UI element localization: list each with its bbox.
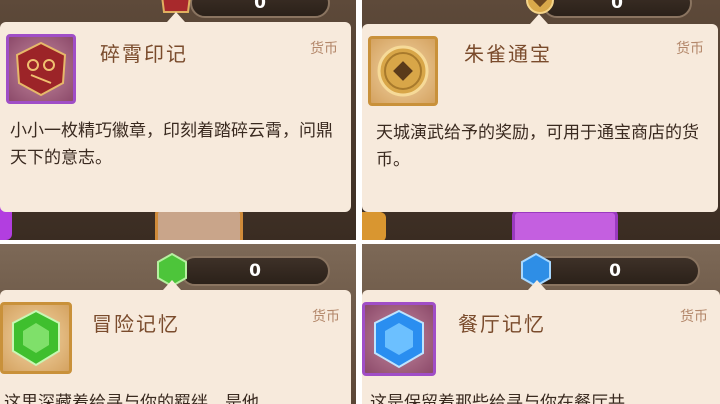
gold-coin-icon bbox=[377, 45, 429, 97]
green-gem-icon bbox=[12, 309, 60, 367]
item-description: 这里深藏着给寻与你的羁绊，是他 bbox=[4, 393, 259, 404]
tooltip-card: 朱雀通宝 货币 天城演武给予的奖励，可用于通宝商店的货币。 bbox=[362, 14, 718, 212]
item-icon-frame bbox=[6, 34, 76, 104]
item-category: 货币 bbox=[310, 41, 338, 57]
item-count: 0 bbox=[542, 0, 692, 18]
item-count: 0 bbox=[190, 0, 330, 18]
item-icon-frame bbox=[0, 302, 72, 374]
item-panel-suixiao: 0 碎霄印记 货币 小小一枚精巧徽章，印刻着踏碎云霄，问鼎天下的意志。 bbox=[0, 0, 356, 240]
item-icon-frame bbox=[368, 36, 438, 106]
item-panel-zhuque: 0 朱雀通宝 货币 天城演武给予的奖励，可用于通宝商店的货币。 bbox=[362, 0, 720, 240]
item-name: 餐厅记忆 bbox=[458, 312, 546, 336]
inventory-slot[interactable] bbox=[512, 210, 618, 240]
item-name: 碎霄印记 bbox=[100, 42, 188, 66]
item-description: 这是保留着那些给寻与你在餐厅共 bbox=[370, 393, 625, 404]
item-description: 小小一枚精巧徽章，印刻着踏碎云霄，问鼎天下的意志。 bbox=[10, 121, 333, 168]
inventory-slot[interactable] bbox=[362, 212, 386, 240]
item-category: 货币 bbox=[312, 309, 340, 325]
red-badge-icon bbox=[15, 41, 67, 97]
item-name: 冒险记忆 bbox=[92, 312, 180, 336]
item-description: 天城演武给予的奖励，可用于通宝商店的货币。 bbox=[376, 123, 699, 170]
inventory-slot[interactable] bbox=[155, 208, 243, 240]
blue-gem-icon bbox=[374, 309, 424, 369]
item-count: 0 bbox=[180, 256, 330, 286]
tooltip-card: 冒险记忆 货币 这里深藏着给寻与你的羁绊，是他 bbox=[0, 280, 351, 404]
item-icon-frame bbox=[362, 302, 436, 376]
item-name: 朱雀通宝 bbox=[464, 42, 552, 66]
item-count: 0 bbox=[530, 256, 700, 286]
item-panel-restaurant: 0 餐厅记忆 货币 这是保留着那些给寻与你在餐厅共 bbox=[362, 244, 720, 404]
tooltip-card: 餐厅记忆 货币 这是保留着那些给寻与你在餐厅共 bbox=[362, 280, 720, 404]
tooltip-card: 碎霄印记 货币 小小一枚精巧徽章，印刻着踏碎云霄，问鼎天下的意志。 bbox=[0, 12, 351, 212]
item-category: 货币 bbox=[680, 309, 708, 325]
item-panel-adventure: 0 冒险记忆 货币 这里深藏着给寻与你的羁绊，是他 bbox=[0, 244, 356, 404]
item-category: 货币 bbox=[676, 41, 704, 57]
